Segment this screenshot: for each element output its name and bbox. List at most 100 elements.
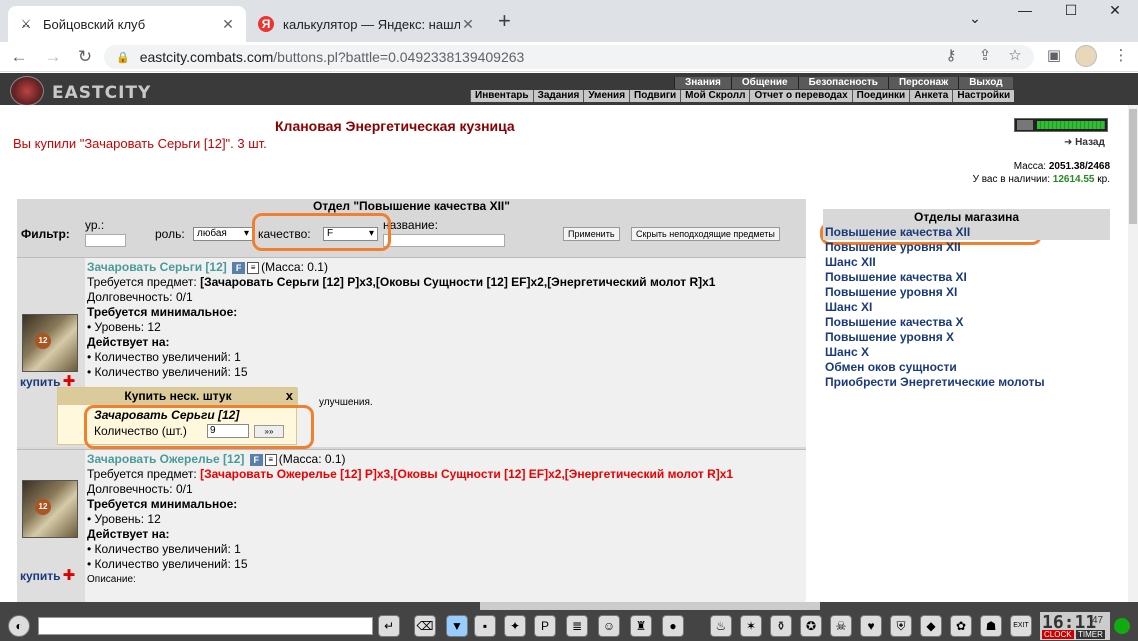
section-title: Отдел "Повышение качества XII" — [313, 199, 510, 213]
profile-avatar[interactable] — [1075, 45, 1097, 67]
spark-icon[interactable]: ✶ — [740, 615, 762, 637]
durability: Долговечность: 0/1 — [87, 290, 193, 304]
sub-menu-achievements[interactable]: Подвиги — [629, 90, 680, 102]
helmet-icon[interactable]: ♜ — [630, 615, 652, 637]
save-icon[interactable]: ▪ — [474, 615, 496, 637]
browser-tab-active[interactable]: ⚔ Бойцовский клуб ✕ — [8, 6, 246, 42]
heart-icon[interactable]: ♥ — [860, 615, 882, 637]
sub-menu-inventory[interactable]: Инвентарь — [470, 90, 533, 102]
level-req: • Уровень: 12 — [87, 512, 161, 526]
scroll-icon[interactable]: ≣ — [566, 615, 588, 637]
close-tab-icon[interactable]: ✕ — [460, 16, 476, 33]
filter-icon[interactable]: ▼ — [446, 615, 468, 637]
key-icon[interactable]: ⚷ — [940, 46, 962, 64]
acts-on-heading: Действует на: — [87, 335, 170, 349]
logo-emblem-icon — [10, 76, 44, 106]
share-icon[interactable]: ⇪ — [974, 46, 996, 64]
sub-menu-skills[interactable]: Умения — [583, 90, 629, 102]
f-icon: F — [249, 453, 263, 466]
new-tab-button[interactable]: + — [498, 8, 511, 34]
fire-icon[interactable]: ♨ — [710, 615, 732, 637]
send-icon[interactable]: ↵ — [378, 615, 400, 637]
runner-icon[interactable]: ✦ — [504, 615, 526, 637]
popup-title: Купить неск. штук — [58, 388, 298, 405]
shield-icon[interactable]: ⛨ — [890, 615, 912, 637]
sidebar-item-chance-xi[interactable]: Шанс XI — [823, 300, 1110, 315]
name-input[interactable] — [383, 234, 505, 247]
potion-icon[interactable]: ⚱ — [770, 615, 792, 637]
top-menu: Знания Общение Безопасность Персонаж Вых… — [674, 77, 1013, 89]
pl-icon[interactable]: P — [534, 615, 556, 637]
top-menu-knowledge[interactable]: Знания — [674, 77, 731, 89]
sub-menu-quests[interactable]: Задания — [532, 90, 584, 102]
maximize-icon[interactable]: ☐ — [1048, 0, 1094, 20]
scrollbar-thumb[interactable] — [1129, 109, 1137, 224]
sidebar-item-quality-xi[interactable]: Повышение качества XI — [823, 270, 1110, 285]
popup-close-button[interactable]: x — [286, 388, 293, 403]
hide-unsuitable-button[interactable]: Скрыть неподходящие предметы — [631, 227, 780, 241]
chevron-down-icon[interactable]: ⌄ — [952, 8, 998, 28]
chat-input[interactable] — [38, 617, 373, 635]
logo-text: EASTCITY — [52, 83, 152, 103]
sidebar-item-exchange-shackles[interactable]: Обмен оков сущности — [823, 360, 1110, 375]
back-arrow-icon[interactable]: ← — [8, 46, 30, 68]
bookmark-star-icon[interactable]: ☆ — [1004, 46, 1026, 64]
apply-button[interactable]: Применить — [563, 227, 620, 241]
sidebar-item-level-x[interactable]: Повышение уровня X — [823, 330, 1110, 345]
sub-menu-profile[interactable]: Анкета — [909, 90, 952, 102]
minimize-icon[interactable]: — — [1002, 0, 1048, 20]
level-input[interactable] — [85, 234, 126, 247]
level-badge: 12 — [35, 499, 51, 515]
game-logo[interactable]: EASTCITY — [10, 76, 152, 106]
mask-icon[interactable]: ☠ — [830, 615, 852, 637]
close-window-icon[interactable]: ✕ — [1092, 0, 1138, 20]
item-name[interactable]: Зачаровать Ожерелье [12] — [87, 452, 244, 466]
chat-tabs[interactable] — [480, 602, 820, 610]
sidebar-item-chance-x[interactable]: Шанс X — [823, 345, 1110, 360]
sidebar-item-chance-xii[interactable]: Шанс XII — [823, 255, 1110, 270]
money-info: У вас в наличии: 12614.55 кр. — [972, 174, 1110, 185]
role-select[interactable]: любая — [193, 227, 253, 241]
popup-highlight — [84, 405, 314, 449]
document-icon[interactable]: ≡ — [247, 261, 260, 274]
top-menu-security[interactable]: Безопасность — [797, 77, 888, 89]
sidebar-item-quality-xii[interactable]: Повышение качества XII — [823, 225, 1110, 240]
sub-menu-settings[interactable]: Настройки — [952, 90, 1014, 102]
url-bar[interactable]: 🔒 eastcity.combats.com/buttons.pl?battle… — [104, 45, 1034, 69]
eraser-icon[interactable]: ⌫ — [414, 615, 436, 637]
reload-icon[interactable]: ↻ — [74, 46, 96, 68]
sidebar-item-level-xii[interactable]: Повышение уровня XII — [823, 240, 1110, 255]
item-name[interactable]: Зачаровать Серьги [12] — [87, 260, 227, 274]
req-value: [Зачаровать Серьги [12] P]x3,[Оковы Сущн… — [200, 275, 716, 289]
side-panel-icon[interactable]: ▣ — [1043, 46, 1065, 64]
close-tab-icon[interactable]: ✕ — [220, 16, 236, 33]
chat-icon[interactable]: ◐ — [8, 615, 30, 637]
bag-icon[interactable]: ☗ — [980, 615, 1002, 637]
req-label: Требуется предмет: — [87, 467, 197, 481]
buy-link[interactable]: купить ✚ — [20, 566, 75, 584]
smile-icon[interactable]: ☺ — [598, 615, 620, 637]
money-value: 12614.55 — [1052, 174, 1095, 185]
sub-menu-transfers[interactable]: Отчет о переводах — [749, 90, 851, 102]
sub-menu-duels[interactable]: Поединки — [851, 90, 910, 102]
exit-icon[interactable]: EXIT — [1010, 615, 1032, 637]
sub-menu-my-scroll[interactable]: Мой Скролл — [680, 90, 749, 102]
plus-icon[interactable]: ✚ — [63, 567, 76, 584]
circle-icon[interactable]: ● — [662, 615, 684, 637]
top-menu-communication[interactable]: Общение — [730, 77, 798, 89]
top-menu-exit[interactable]: Выход — [958, 77, 1012, 89]
sidebar-item-level-xi[interactable]: Повышение уровня XI — [823, 285, 1110, 300]
sidebar-item-quality-x[interactable]: Повышение качества X — [823, 315, 1110, 330]
gem-icon[interactable]: ◆ — [920, 615, 942, 637]
paw-icon[interactable]: ✿ — [950, 615, 972, 637]
document-icon[interactable]: ≡ — [264, 453, 277, 466]
back-link[interactable]: ➜ Назад — [1064, 137, 1105, 148]
browser-tab[interactable]: Я калькулятор — Яндекс: нашлось ✕ — [248, 6, 486, 42]
page-scrollbar[interactable] — [1128, 105, 1138, 602]
sidebar-item-buy-hammers[interactable]: Приобрести Энергетические молоты — [823, 375, 1110, 390]
menu-dots-icon[interactable]: ⋮ — [1110, 46, 1132, 64]
top-menu-character[interactable]: Персонаж — [887, 77, 958, 89]
item-mass: (Масса: 0.1) — [278, 452, 346, 466]
forward-arrow-icon[interactable]: → — [42, 46, 64, 68]
treasure-icon[interactable]: ✪ — [800, 615, 822, 637]
